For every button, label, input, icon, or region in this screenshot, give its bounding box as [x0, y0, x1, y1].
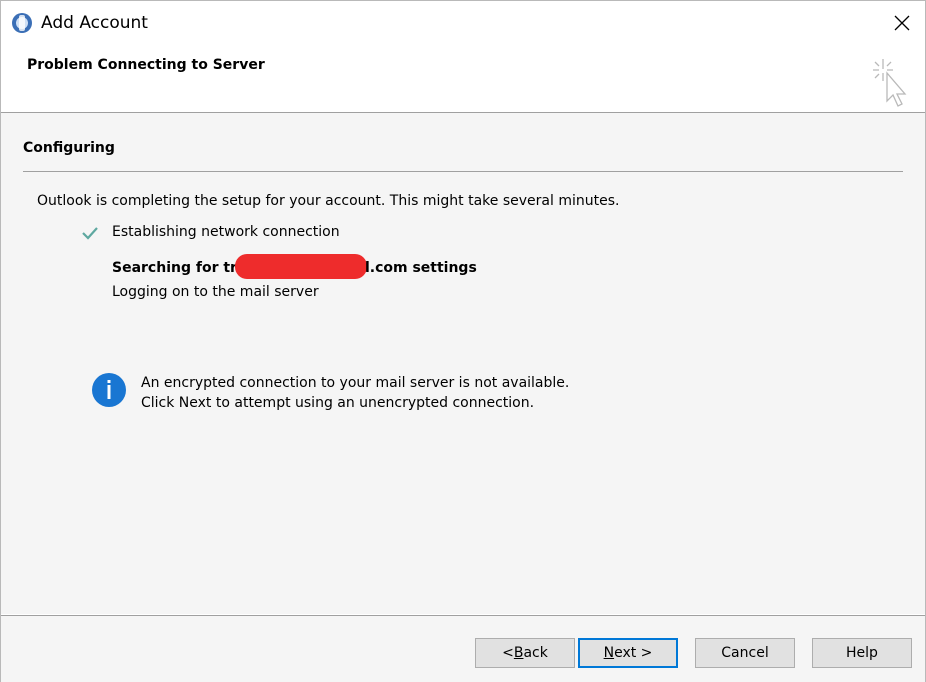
back-prefix: < — [502, 645, 514, 661]
add-account-dialog: Add Account Problem Connecting to Server… — [0, 0, 926, 682]
step-searching-prefix: Searching for tr — [112, 260, 237, 276]
back-rest: ack — [523, 645, 548, 661]
wizard-content: Configuring Outlook is completing the se… — [1, 113, 925, 614]
cancel-button[interactable]: Cancel — [695, 638, 795, 668]
section-divider — [23, 171, 903, 172]
step-establishing-connection: Establishing network connection — [112, 224, 340, 240]
back-mnemonic: B — [513, 645, 524, 661]
title-bar: Add Account — [1, 1, 925, 45]
redaction-mark — [234, 254, 367, 279]
back-button[interactable]: < Back — [475, 638, 575, 668]
next-rest: ext > — [614, 645, 653, 661]
next-button[interactable]: Next > — [578, 638, 678, 668]
section-title: Configuring — [23, 140, 115, 156]
info-message: An encrypted connection to your mail ser… — [141, 373, 569, 413]
next-mnemonic: N — [603, 645, 615, 661]
button-bar: < Back Next > Cancel Help — [1, 615, 925, 682]
help-button[interactable]: Help — [812, 638, 912, 668]
close-button[interactable] — [879, 1, 925, 45]
info-icon — [91, 372, 127, 408]
intro-text: Outlook is completing the setup for your… — [37, 193, 620, 209]
cursor-sparkle-icon — [867, 51, 913, 111]
step-logging-on: Logging on to the mail server — [112, 284, 319, 300]
page-title: Problem Connecting to Server — [27, 57, 265, 73]
step-searching-suffix: l.com settings — [364, 260, 477, 276]
step-searching-settings: Searching for tr l.com settings — [112, 254, 477, 279]
close-icon — [894, 15, 910, 31]
outlook-app-icon — [11, 12, 33, 34]
window-title: Add Account — [41, 13, 148, 33]
info-line-2: Click Next to attempt using an unencrypt… — [141, 395, 535, 411]
wizard-header: Problem Connecting to Server — [1, 45, 925, 113]
info-line-1: An encrypted connection to your mail ser… — [141, 375, 570, 391]
checkmark-icon — [81, 224, 99, 242]
